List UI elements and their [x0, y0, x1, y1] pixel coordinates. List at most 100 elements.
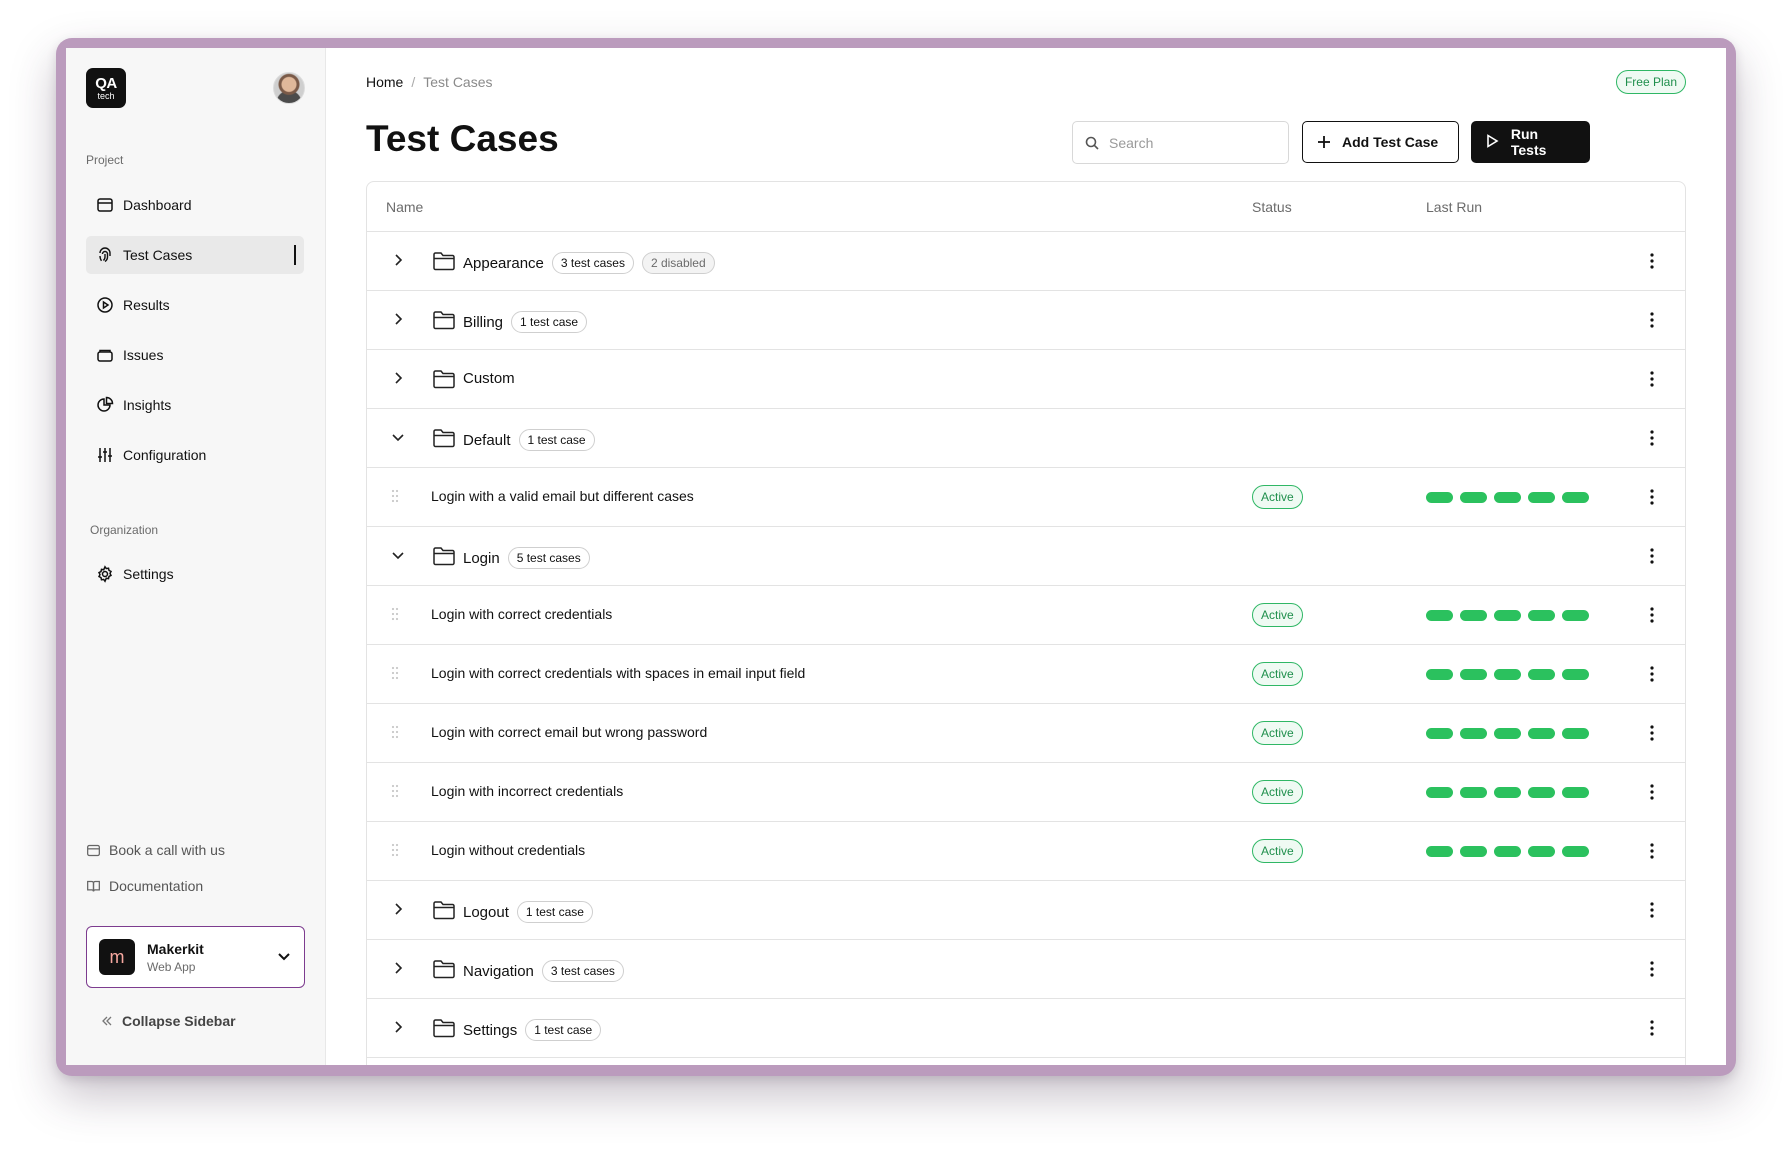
more-vertical-icon[interactable]	[1649, 724, 1655, 742]
folder-row[interactable]: Custom	[367, 350, 1685, 409]
column-header-name[interactable]: Name	[386, 199, 423, 215]
run-result-pill[interactable]	[1460, 787, 1487, 798]
run-result-pill[interactable]	[1562, 846, 1589, 857]
more-vertical-icon[interactable]	[1649, 783, 1655, 801]
run-result-pill[interactable]	[1528, 728, 1555, 739]
run-result-pill[interactable]	[1460, 728, 1487, 739]
workspace-switcher[interactable]: m Makerkit Web App	[86, 926, 305, 988]
sidebar-item-dashboard[interactable]: Dashboard	[86, 186, 304, 224]
drag-handle-icon[interactable]	[391, 843, 399, 862]
run-result-pill[interactable]	[1426, 492, 1453, 503]
run-result-pill[interactable]	[1494, 669, 1521, 680]
run-result-pill[interactable]	[1426, 787, 1453, 798]
more-vertical-icon[interactable]	[1649, 429, 1655, 447]
collapse-sidebar-button[interactable]: Collapse Sidebar	[100, 1013, 236, 1029]
sidebar-item-test-cases[interactable]: Test Cases	[86, 236, 304, 274]
test-case-row[interactable]: Login with correct email but wrong passw…	[367, 704, 1685, 763]
chevron-right-icon[interactable]	[389, 310, 407, 328]
drag-handle-icon[interactable]	[391, 489, 399, 508]
folder-row[interactable]: Appearance 3 test cases 2 disabled	[367, 232, 1685, 291]
more-vertical-icon[interactable]	[1649, 665, 1655, 683]
more-vertical-icon[interactable]	[1649, 842, 1655, 860]
sidebar-item-settings[interactable]: Settings	[86, 555, 304, 593]
column-header-status[interactable]: Status	[1252, 199, 1292, 215]
search-box[interactable]	[1072, 121, 1289, 164]
run-result-pill[interactable]	[1460, 492, 1487, 503]
column-header-last-run[interactable]: Last Run	[1426, 199, 1482, 215]
test-case-row[interactable]: Login with correct credentials Active	[367, 586, 1685, 645]
run-result-pill[interactable]	[1528, 787, 1555, 798]
app-logo[interactable]: QA tech	[86, 68, 126, 108]
chevron-right-icon[interactable]	[389, 1018, 407, 1036]
chevron-right-icon[interactable]	[389, 369, 407, 387]
run-result-pill[interactable]	[1528, 846, 1555, 857]
sidebar-item-issues[interactable]: Issues	[86, 336, 304, 374]
folder-row[interactable]: Login 5 test cases	[367, 527, 1685, 586]
drag-handle-icon[interactable]	[391, 607, 399, 626]
more-vertical-icon[interactable]	[1649, 901, 1655, 919]
test-case-row[interactable]: Login without credentials Active	[367, 822, 1685, 881]
run-result-pill[interactable]	[1494, 728, 1521, 739]
folder-row[interactable]: Default 1 test case	[367, 409, 1685, 468]
add-test-case-button[interactable]: Add Test Case	[1302, 121, 1459, 163]
more-vertical-icon[interactable]	[1649, 547, 1655, 565]
more-vertical-icon[interactable]	[1649, 488, 1655, 506]
folder-row[interactable]: Navigation 3 test cases	[367, 940, 1685, 999]
test-case-row[interactable]: Login with incorrect credentials Active	[367, 763, 1685, 822]
sidebar-item-insights[interactable]: Insights	[86, 386, 304, 424]
drag-handle-icon[interactable]	[391, 784, 399, 803]
more-vertical-icon[interactable]	[1649, 370, 1655, 388]
book-call-label: Book a call with us	[109, 842, 225, 858]
more-vertical-icon[interactable]	[1649, 1019, 1655, 1037]
sidebar-item-results[interactable]: Results	[86, 286, 304, 324]
chevron-right-icon[interactable]	[389, 251, 407, 269]
run-result-pill[interactable]	[1494, 492, 1521, 503]
status-badge: Active	[1252, 662, 1303, 686]
folder-row[interactable]: Billing 1 test case	[367, 291, 1685, 350]
run-result-pill[interactable]	[1426, 669, 1453, 680]
folder-row[interactable]: Settings 1 test case	[367, 999, 1685, 1058]
run-result-pill[interactable]	[1494, 787, 1521, 798]
book-call-link[interactable]: Book a call with us	[86, 842, 225, 858]
chevron-down-icon[interactable]	[389, 546, 407, 564]
run-result-pill[interactable]	[1460, 610, 1487, 621]
test-case-name: Login with a valid email but different c…	[431, 488, 694, 504]
documentation-link[interactable]: Documentation	[86, 878, 203, 894]
run-result-pill[interactable]	[1562, 787, 1589, 798]
run-result-pill[interactable]	[1528, 610, 1555, 621]
run-result-pill[interactable]	[1528, 669, 1555, 680]
run-tests-button[interactable]: Run Tests	[1471, 121, 1590, 163]
search-input[interactable]	[1109, 134, 1269, 151]
workspace-name: Makerkit	[147, 940, 204, 957]
test-case-row[interactable]: Login with correct credentials with spac…	[367, 645, 1685, 704]
run-result-pill[interactable]	[1426, 610, 1453, 621]
more-vertical-icon[interactable]	[1649, 311, 1655, 329]
run-result-pill[interactable]	[1562, 610, 1589, 621]
run-result-pill[interactable]	[1460, 846, 1487, 857]
user-avatar[interactable]	[273, 72, 305, 104]
test-case-row[interactable]: Login with a valid email but different c…	[367, 468, 1685, 527]
run-result-pill[interactable]	[1426, 846, 1453, 857]
drag-handle-icon[interactable]	[391, 666, 399, 685]
run-result-pill[interactable]	[1460, 669, 1487, 680]
chevron-right-icon[interactable]	[389, 959, 407, 977]
sidebar-item-configuration[interactable]: Configuration	[86, 436, 304, 474]
more-vertical-icon[interactable]	[1649, 606, 1655, 624]
more-vertical-icon[interactable]	[1649, 960, 1655, 978]
run-result-pill[interactable]	[1494, 846, 1521, 857]
more-vertical-icon[interactable]	[1649, 252, 1655, 270]
chevron-right-icon[interactable]	[389, 900, 407, 918]
drag-handle-icon[interactable]	[391, 725, 399, 744]
run-result-pill[interactable]	[1426, 728, 1453, 739]
run-result-pill[interactable]	[1528, 492, 1555, 503]
run-result-pill[interactable]	[1562, 728, 1589, 739]
run-result-pill[interactable]	[1562, 669, 1589, 680]
folder-row[interactable]: Logout 1 test case	[367, 881, 1685, 940]
run-result-pill[interactable]	[1562, 492, 1589, 503]
run-result-pill[interactable]	[1494, 610, 1521, 621]
play-circle-icon	[96, 296, 114, 314]
plan-badge[interactable]: Free Plan	[1615, 70, 1686, 94]
chevron-down-icon[interactable]	[389, 428, 407, 446]
breadcrumb-home[interactable]: Home	[366, 74, 403, 90]
last-run-indicators	[1426, 492, 1589, 503]
